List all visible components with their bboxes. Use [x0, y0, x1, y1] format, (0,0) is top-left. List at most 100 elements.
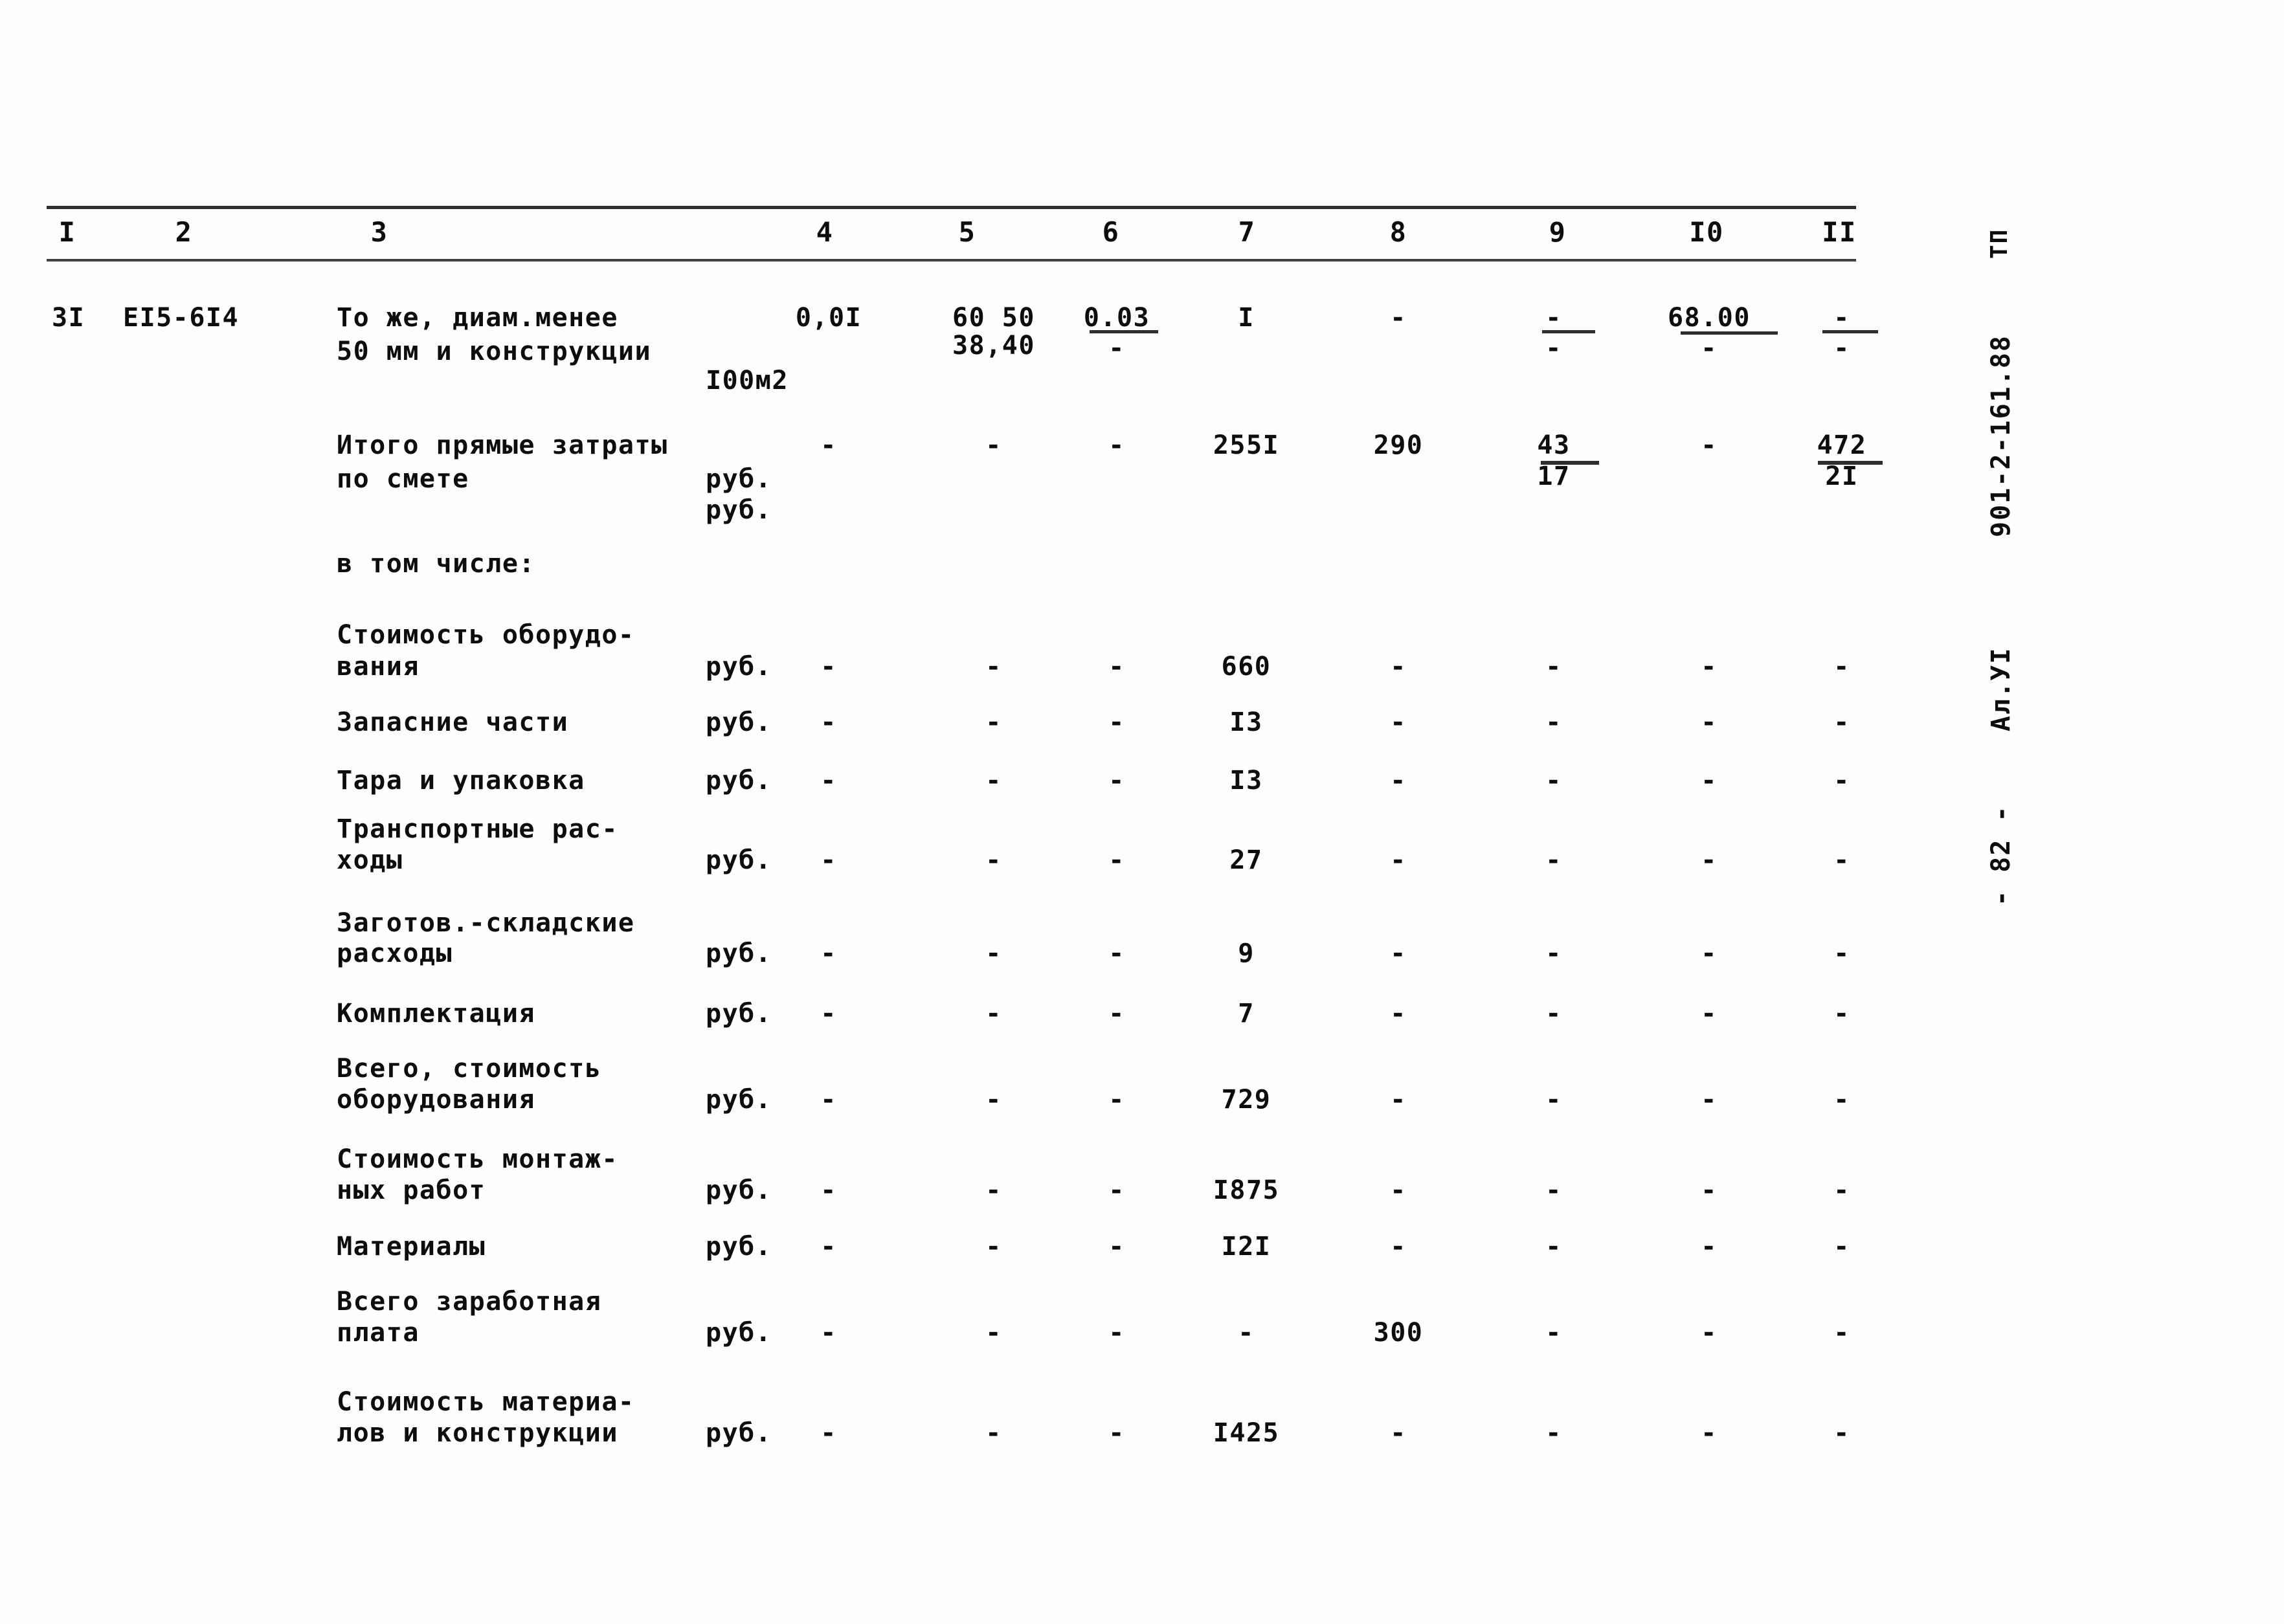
subrow-10-c8: -: [1390, 1418, 1407, 1448]
col-header-2: 2: [175, 216, 193, 248]
subrow-8-c5: -: [985, 1232, 1002, 1262]
col-header-8: 8: [1389, 216, 1407, 248]
subrow-9-c11: -: [1833, 1318, 1850, 1348]
subrow-9-c10: -: [1701, 1318, 1718, 1348]
subrow-9-c4: -: [820, 1318, 837, 1348]
subrow-2-name-line1: Тара и упаковка: [337, 766, 585, 795]
subrow-5-c11: -: [1833, 999, 1850, 1029]
subrow-5-c4: -: [820, 999, 837, 1029]
subrow-0-name-line2: вания: [337, 652, 420, 682]
subrow-9-c6: -: [1108, 1318, 1125, 1348]
subrow-0-c5: -: [985, 652, 1002, 682]
subrow-9-c8: 300: [1373, 1318, 1424, 1348]
project-prefix-label: ТП: [1986, 228, 2013, 259]
subrow-7-c5: -: [985, 1175, 1002, 1205]
subrow-5-name-line1: Комплектация: [337, 999, 535, 1029]
row-total-c11-bot: 2I: [1825, 462, 1859, 491]
subrow-3-c6: -: [1108, 845, 1125, 875]
subrow-4-c5: -: [985, 939, 1002, 968]
subrow-0-c9: -: [1545, 652, 1562, 682]
subrow-9-name-line1: Всего заработная: [337, 1287, 602, 1317]
subrow-1-c9: -: [1545, 707, 1562, 737]
subrow-6-c10: -: [1701, 1085, 1718, 1115]
subrow-8-c9: -: [1545, 1232, 1562, 1262]
subrow-8-c4: -: [820, 1232, 837, 1262]
subrow-1-name-line1: Запасние части: [337, 707, 569, 737]
row-item-c8: -: [1390, 303, 1407, 333]
subrow-0-name-line1: Стоимость оборудо-: [337, 620, 635, 650]
subrow-6-c7: 729: [1221, 1085, 1271, 1115]
subrow-9-unit: руб.: [706, 1318, 772, 1348]
subrow-7-c11: -: [1833, 1175, 1850, 1205]
subrow-2-c5: -: [985, 766, 1002, 795]
subrow-3-name-line2: ходы: [337, 845, 403, 875]
row-total-c9-top: 43: [1537, 430, 1571, 460]
subrow-1-c7: I3: [1229, 707, 1263, 737]
row-total-name-line2: по смете: [337, 464, 469, 494]
subrow-10-c5: -: [985, 1418, 1002, 1448]
subrow-4-c4: -: [820, 939, 837, 968]
subrow-6-c8: -: [1390, 1085, 1407, 1115]
subrow-10-c7: I425: [1213, 1418, 1280, 1448]
subrow-2-c6: -: [1108, 766, 1125, 795]
row-total-c7: 255I: [1213, 430, 1280, 460]
subrow-5-c5: -: [985, 999, 1002, 1029]
subrow-0-c6: -: [1108, 652, 1125, 682]
subrow-8-unit: руб.: [706, 1232, 772, 1262]
subrow-0-c7: 660: [1221, 652, 1271, 682]
subrow-0-c11: -: [1833, 652, 1850, 682]
subrow-2-c7: I3: [1229, 766, 1263, 795]
subrow-4-c11: -: [1833, 939, 1850, 968]
row-item-c10-top: 68.00: [1668, 303, 1751, 333]
col-header-4: 4: [816, 216, 834, 248]
col-header-3: 3: [370, 216, 388, 248]
row-item-c10-bot: -: [1701, 333, 1718, 363]
row-total-unit-line2: руб.: [706, 495, 772, 525]
subrow-4-unit: руб.: [706, 939, 772, 968]
subrow-8-c6: -: [1108, 1232, 1125, 1262]
row-total-c4: -: [820, 430, 837, 460]
subrow-5-c10: -: [1701, 999, 1718, 1029]
subrow-10-unit: руб.: [706, 1418, 772, 1448]
subrow-3-c5: -: [985, 845, 1002, 875]
subrow-6-c5: -: [985, 1085, 1002, 1115]
row-total-c9-bot: 17: [1537, 462, 1571, 491]
subrow-4-name-line2: расходы: [337, 939, 453, 968]
subrow-10-c10: -: [1701, 1418, 1718, 1448]
subrow-1-c8: -: [1390, 707, 1407, 737]
subrow-8-c7: I2I: [1221, 1232, 1271, 1262]
subrow-6-c4: -: [820, 1085, 837, 1115]
col-header-5: 5: [958, 216, 976, 248]
subrow-7-c10: -: [1701, 1175, 1718, 1205]
row-item-c4: 0,0I: [795, 303, 862, 333]
subrow-3-name-line1: Транспортные рас-: [337, 814, 618, 844]
sheet-number-label: - 82 -: [1986, 805, 2016, 907]
subrow-2-c11: -: [1833, 766, 1850, 795]
col-header-11: II: [1822, 216, 1857, 248]
row-total-unit-line1: руб.: [706, 464, 772, 494]
subrow-5-unit: руб.: [706, 999, 772, 1029]
subrow-10-name-line1: Стоимость материа-: [337, 1387, 635, 1417]
subrow-0-c8: -: [1390, 652, 1407, 682]
row-item-c11-bot: -: [1833, 333, 1850, 363]
subrow-4-c8: -: [1390, 939, 1407, 968]
subrow-6-c11: -: [1833, 1085, 1850, 1115]
row-item-name-line1: То же, диам.менее: [337, 303, 618, 333]
subrow-3-unit: руб.: [706, 845, 772, 875]
subrow-6-c9: -: [1545, 1085, 1562, 1115]
subrow-4-c10: -: [1701, 939, 1718, 968]
subrow-1-c5: -: [985, 707, 1002, 737]
col-header-1: I: [58, 216, 76, 248]
subrow-8-c11: -: [1833, 1232, 1850, 1262]
subrow-7-c9: -: [1545, 1175, 1562, 1205]
row-item-c7: I: [1238, 303, 1255, 333]
subrow-6-c6: -: [1108, 1085, 1125, 1115]
row-item-code: EI5-6I4: [123, 303, 240, 333]
row-item-unit: I00м2: [706, 366, 789, 395]
subrow-3-c9: -: [1545, 845, 1562, 875]
col-header-6: 6: [1102, 216, 1120, 248]
col-header-7: 7: [1238, 216, 1256, 248]
row-item-c5-bot: 38,40: [952, 331, 1035, 361]
subrow-2-c9: -: [1545, 766, 1562, 795]
project-code-label: 901-2-161.88: [1986, 335, 2016, 537]
